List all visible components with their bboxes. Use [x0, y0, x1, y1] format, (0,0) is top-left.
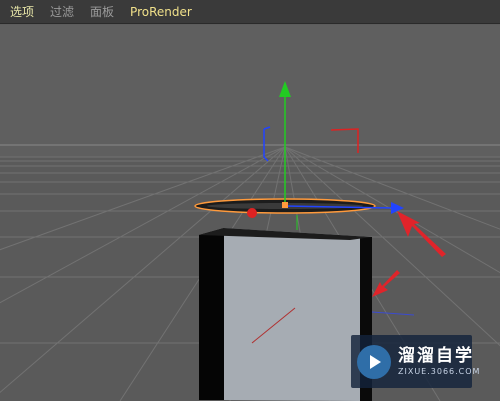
watermark-badge: 溜溜自学 ZIXUE.3066.COM	[351, 335, 479, 388]
watermark-title: 溜溜自学	[398, 345, 474, 366]
cube-left-face	[199, 228, 224, 400]
gizmo-xy-plane-handle	[330, 128, 359, 153]
menu-filter[interactable]: 过滤	[50, 3, 74, 20]
gizmo-center-handle	[282, 202, 288, 208]
cube-front-face	[224, 228, 372, 401]
watermark-subtitle: ZIXUE.3066.COM	[398, 366, 481, 376]
play-logo-icon	[357, 344, 391, 379]
viewport-menubar: 选项 过滤 面板 ProRender	[0, 0, 500, 24]
menu-panel[interactable]: 面板	[90, 3, 114, 20]
menu-prorender[interactable]: ProRender	[130, 5, 192, 19]
gizmo-y-arrowhead-icon	[279, 81, 291, 97]
gizmo-z-handle-icon	[247, 208, 257, 218]
3d-viewport[interactable]: 溜溜自学 ZIXUE.3066.COM	[0, 25, 500, 401]
menu-options[interactable]: 选项	[10, 3, 34, 20]
